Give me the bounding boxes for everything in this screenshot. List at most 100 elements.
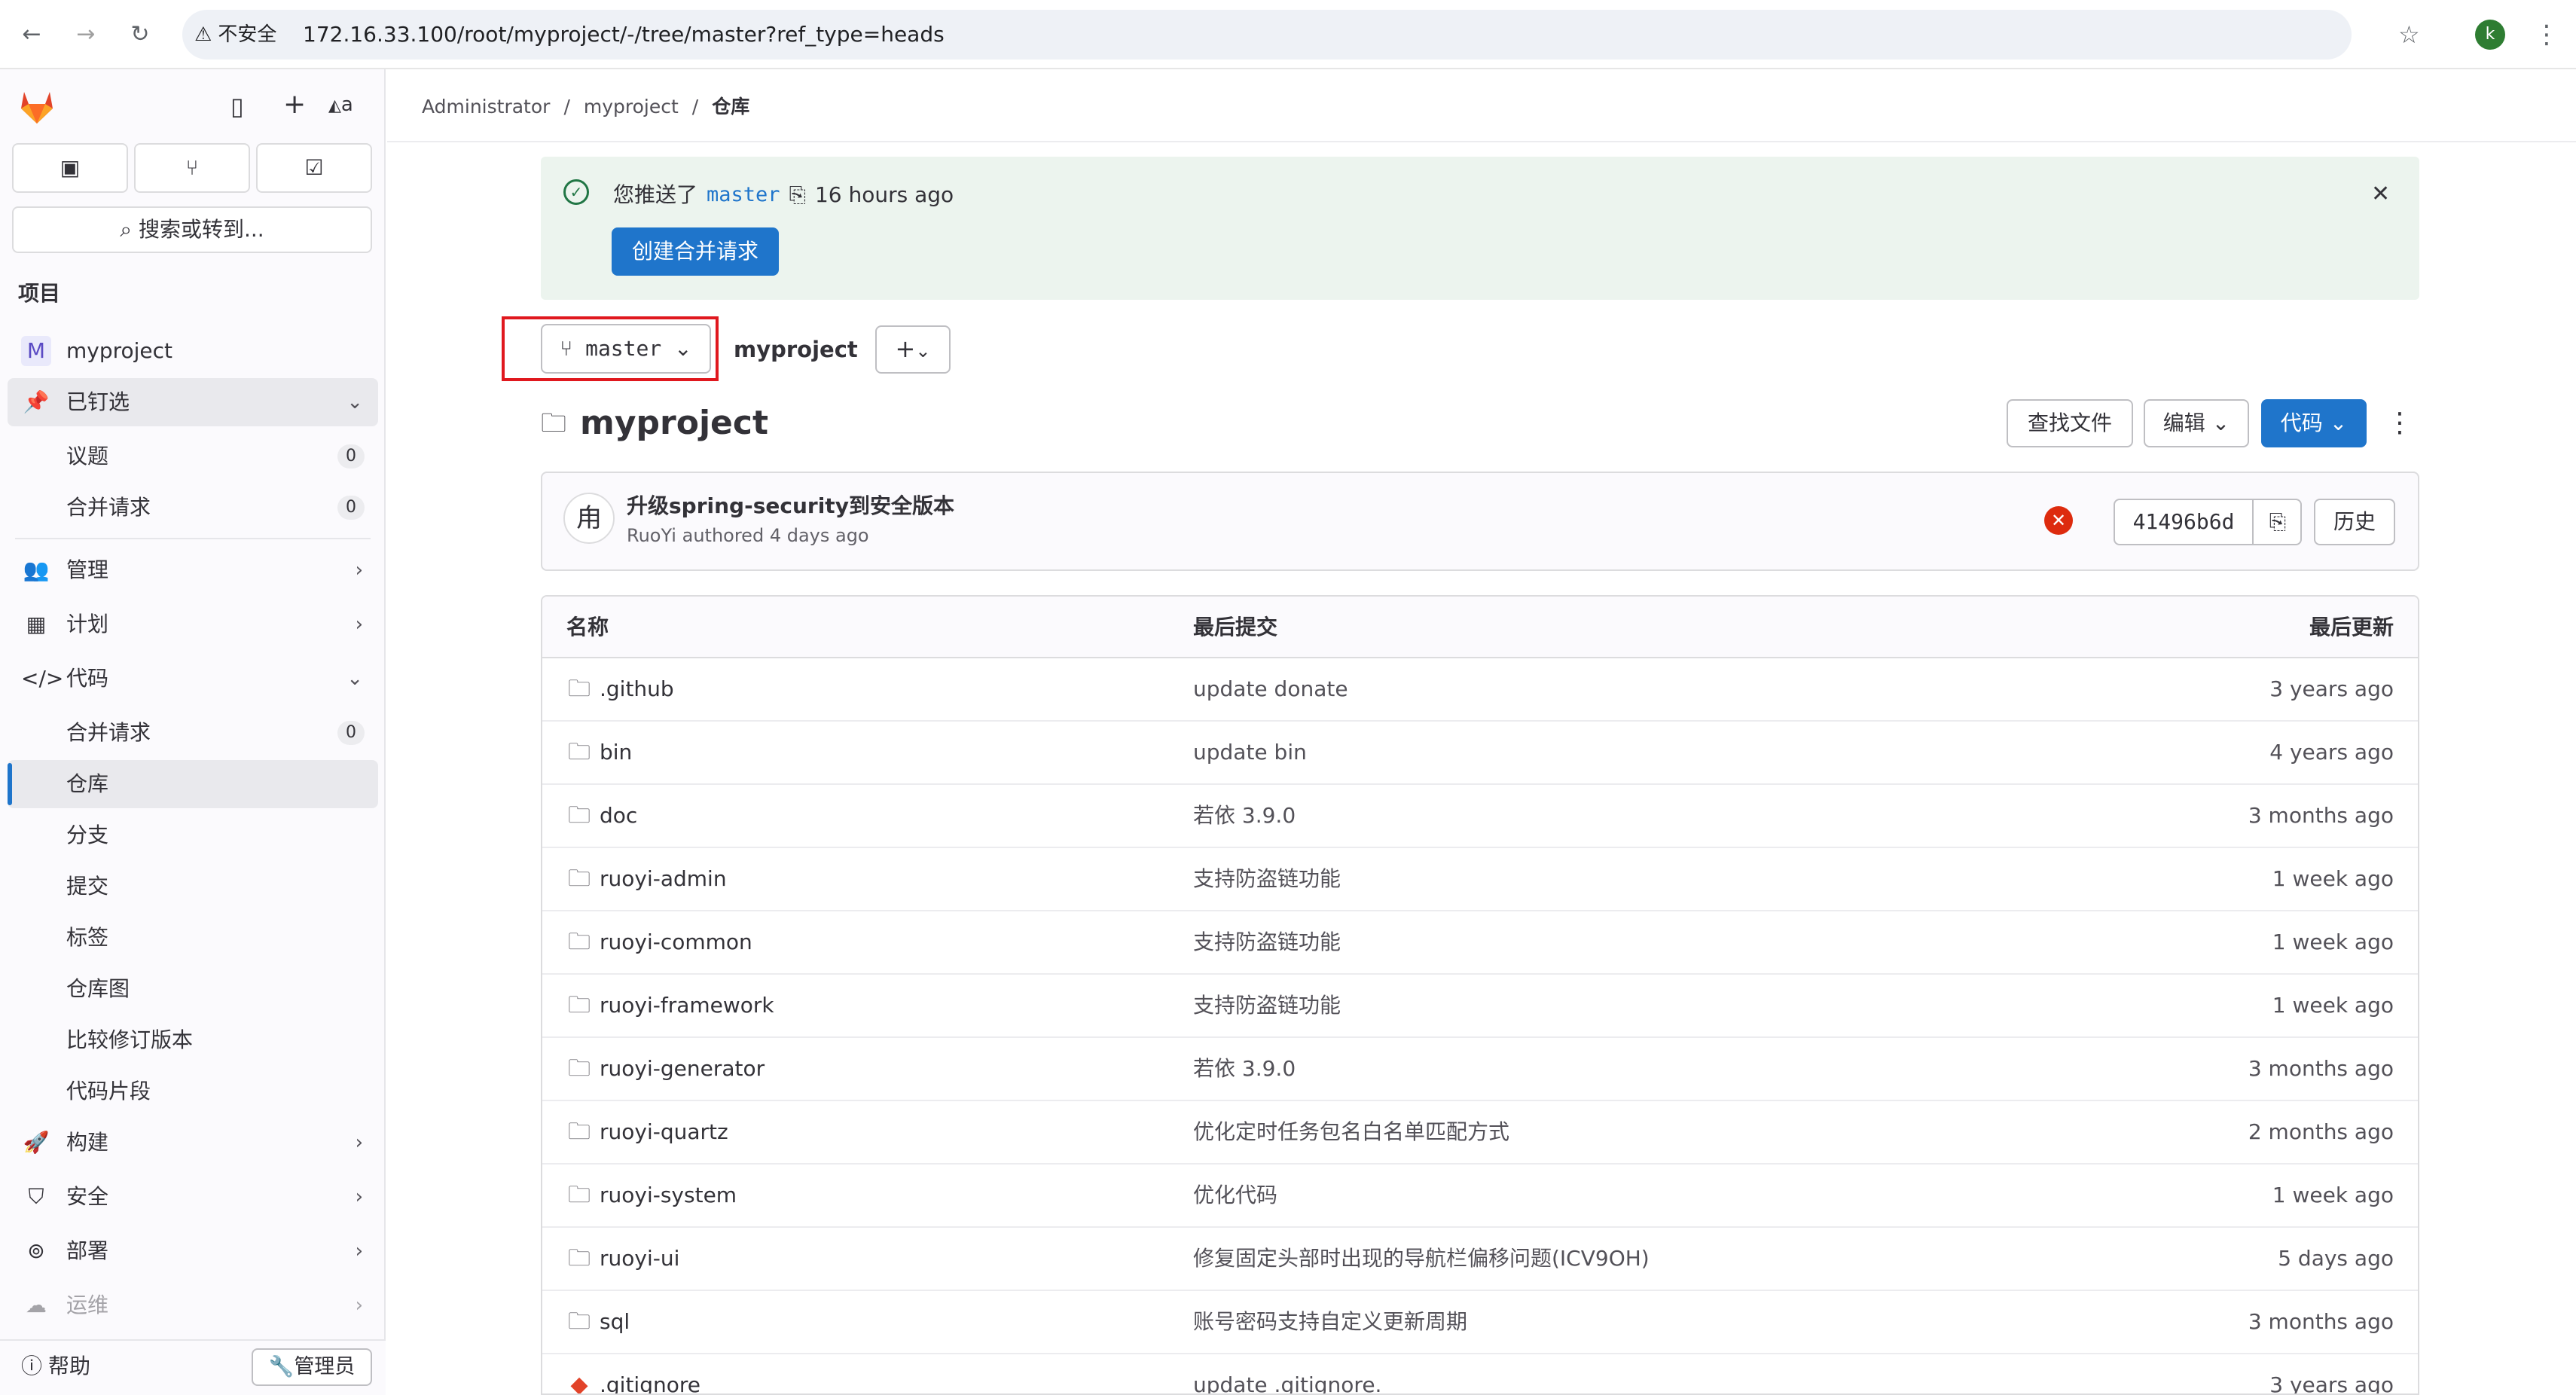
repo-path-project[interactable]: myproject	[734, 337, 858, 362]
commit-title[interactable]: 升级spring-security到安全版本	[627, 491, 954, 521]
commit-message-link[interactable]: 优化代码	[1193, 1165, 1277, 1226]
file-name-cell[interactable]: 🗀 ruoyi-generator	[566, 1038, 765, 1100]
table-row[interactable]: 🗀 ruoyi-system 优化代码 1 week ago	[542, 1165, 2418, 1228]
file-name-cell[interactable]: 🗀 ruoyi-framework	[566, 975, 774, 1036]
search-button[interactable]: ⌕ 搜索或转到...	[12, 206, 372, 253]
forward-icon[interactable]: →	[71, 20, 101, 50]
sidebar-item-operate[interactable]: ☁ 运维 ›	[8, 1281, 378, 1329]
code-dropdown-button[interactable]: 代码 ⌄	[2261, 399, 2367, 447]
commit-message-link[interactable]: 账号密码支持自定义更新周期	[1193, 1291, 1467, 1353]
sidebar-item-issues[interactable]: 议题 0	[8, 432, 378, 481]
sidebar-item-branches[interactable]: 分支	[8, 811, 378, 859]
author-avatar[interactable]: 甪	[563, 493, 615, 544]
sidebar-item-code-merge-requests[interactable]: 合并请求 0	[8, 709, 378, 757]
close-icon[interactable]: ✕	[2371, 178, 2390, 211]
file-name[interactable]: doc	[600, 785, 637, 847]
url-text[interactable]: 172.16.33.100/root/myproject/-/tree/mast…	[303, 20, 945, 50]
breadcrumb-owner[interactable]: Administrator	[422, 93, 550, 121]
branch-selector[interactable]: ⑂ master ⌄	[541, 324, 711, 374]
gitlab-logo-icon[interactable]	[17, 86, 57, 127]
table-row[interactable]: 🗀 ruoyi-admin 支持防盗链功能 1 week ago	[542, 848, 2418, 911]
table-row[interactable]: 🗀 ruoyi-quartz 优化定时任务包名白名单匹配方式 2 months ago	[542, 1101, 2418, 1165]
sidebar-item-code[interactable]: </> 代码 ⌄	[8, 655, 378, 703]
file-name[interactable]: .gitignore	[600, 1354, 700, 1393]
file-name[interactable]: ruoyi-admin	[600, 848, 727, 910]
alert-branch[interactable]: master	[707, 179, 780, 211]
add-to-tree-button[interactable]: +⌄	[875, 325, 951, 374]
sidebar-item-secure[interactable]: ⛉ 安全 ›	[8, 1173, 378, 1221]
browser-menu-icon[interactable]: ⋮	[2534, 17, 2559, 53]
create-merge-request-button[interactable]: 创建合并请求	[612, 227, 779, 276]
sidebar-item-commits[interactable]: 提交	[8, 862, 378, 911]
back-icon[interactable]: ←	[17, 20, 47, 50]
sidebar-item-build[interactable]: 🚀 构建 ›	[8, 1119, 378, 1167]
copy-sha-icon[interactable]: ⎘	[2255, 500, 2300, 544]
commit-message-link[interactable]: 若依 3.9.0	[1193, 785, 1296, 847]
more-actions-icon[interactable]: ⋮	[2386, 399, 2413, 447]
file-name-cell[interactable]: 🗀 ruoyi-ui	[566, 1228, 679, 1290]
file-name[interactable]: ruoyi-system	[600, 1165, 737, 1226]
sidebar-item-compare-revisions[interactable]: 比较修订版本	[8, 1016, 378, 1064]
commit-author[interactable]: RuoYi	[627, 525, 676, 546]
toggle-sidebar-icon[interactable]: ▯	[230, 89, 244, 124]
commit-message-link[interactable]: 修复固定头部时出现的导航栏偏移问题(ICV9OH)	[1193, 1228, 1650, 1290]
file-name[interactable]: ruoyi-framework	[600, 975, 774, 1036]
table-row[interactable]: 🗀 ruoyi-ui 修复固定头部时出现的导航栏偏移问题(ICV9OH) 5 days…	[542, 1228, 2418, 1291]
file-name-cell[interactable]: 🗀 doc	[566, 785, 637, 847]
table-row[interactable]: 🗀 bin update bin 4 years ago	[542, 722, 2418, 785]
sidebar-item-manage[interactable]: 👥 管理 ›	[8, 546, 378, 594]
site-info[interactable]: ⚠ 不安全	[194, 20, 276, 50]
edit-dropdown-button[interactable]: 编辑 ⌄	[2144, 399, 2249, 447]
file-name-cell[interactable]: 🗀 ruoyi-admin	[566, 848, 727, 910]
file-name-cell[interactable]: 🗀 ruoyi-common	[566, 911, 752, 973]
file-name-cell[interactable]: 🗀 ruoyi-system	[566, 1165, 737, 1226]
table-row[interactable]: 🗀 ruoyi-generator 若依 3.9.0 3 months ago	[542, 1038, 2418, 1101]
admin-area-button[interactable]: 🔧管理员	[252, 1348, 372, 1386]
file-name[interactable]: bin	[600, 722, 632, 783]
file-name[interactable]: ruoyi-common	[600, 911, 752, 973]
file-name[interactable]: ruoyi-ui	[600, 1228, 679, 1290]
file-name-cell[interactable]: 🗀 sql	[566, 1291, 630, 1353]
file-name[interactable]: ruoyi-quartz	[600, 1101, 728, 1163]
merge-requests-shortcut-button[interactable]: ⑂	[134, 143, 250, 193]
sidebar-item-deploy[interactable]: ⊚ 部署 ›	[8, 1227, 378, 1275]
issues-shortcut-button[interactable]: ▣	[12, 143, 128, 193]
table-row[interactable]: 🗀 sql 账号密码支持自定义更新周期 3 months ago	[542, 1291, 2418, 1354]
commit-message-link[interactable]: 支持防盗链功能	[1193, 975, 1341, 1036]
profile-avatar[interactable]: k	[2475, 20, 2505, 50]
breadcrumb-current[interactable]: 仓库	[712, 93, 749, 121]
reload-icon[interactable]: ↻	[125, 20, 155, 50]
table-row[interactable]: 🗀 ruoyi-common 支持防盗链功能 1 week ago	[542, 911, 2418, 975]
find-file-button[interactable]: 查找文件	[2007, 399, 2133, 447]
bookmark-star-icon[interactable]: ☆	[2398, 20, 2420, 50]
file-name[interactable]: sql	[600, 1291, 630, 1353]
file-name-cell[interactable]: 🗀 ruoyi-quartz	[566, 1101, 728, 1163]
commit-message-link[interactable]: update bin	[1193, 722, 1307, 783]
help-link[interactable]: ⓘ 帮助	[21, 1350, 90, 1383]
commit-message-link[interactable]: update donate	[1193, 658, 1348, 720]
sidebar-item-repository[interactable]: 仓库	[8, 760, 378, 808]
sidebar-item-repository-graph[interactable]: 仓库图	[8, 965, 378, 1013]
table-row[interactable]: 🗀 ruoyi-framework 支持防盗链功能 1 week ago	[542, 975, 2418, 1038]
sidebar-item-plan[interactable]: ▦ 计划 ›	[8, 600, 378, 649]
create-new-icon[interactable]: +	[283, 87, 306, 122]
commit-message-link[interactable]: 优化定时任务包名白名单匹配方式	[1193, 1101, 1509, 1163]
sidebar-item-pinned[interactable]: 📌 已钉选 ⌄	[8, 378, 378, 426]
todos-shortcut-button[interactable]: ☑	[256, 143, 372, 193]
file-name-cell[interactable]: ◆ .gitignore	[566, 1354, 700, 1393]
copy-icon[interactable]: ⎘	[789, 179, 806, 211]
table-row[interactable]: 🗀 .github update donate 3 years ago	[542, 658, 2418, 722]
breadcrumb-project[interactable]: myproject	[584, 93, 679, 121]
commit-message-link[interactable]: 支持防盗链功能	[1193, 848, 1341, 910]
sidebar-item-pinned-merge-requests[interactable]: 合并请求 0	[8, 484, 378, 532]
pipeline-failed-icon[interactable]: ✕	[2044, 506, 2073, 535]
sidebar-item-snippets[interactable]: 代码片段	[8, 1067, 378, 1116]
commit-message-link[interactable]: 支持防盗链功能	[1193, 911, 1341, 973]
file-name[interactable]: .github	[600, 658, 674, 720]
file-name-cell[interactable]: 🗀 .github	[566, 658, 674, 720]
user-avatar[interactable]: ◭a	[328, 87, 368, 122]
commit-message-link[interactable]: update .gitignore.	[1193, 1354, 1381, 1393]
sidebar-project-link[interactable]: M myproject	[8, 327, 378, 375]
sidebar-item-tags[interactable]: 标签	[8, 914, 378, 962]
file-name[interactable]: ruoyi-generator	[600, 1038, 765, 1100]
